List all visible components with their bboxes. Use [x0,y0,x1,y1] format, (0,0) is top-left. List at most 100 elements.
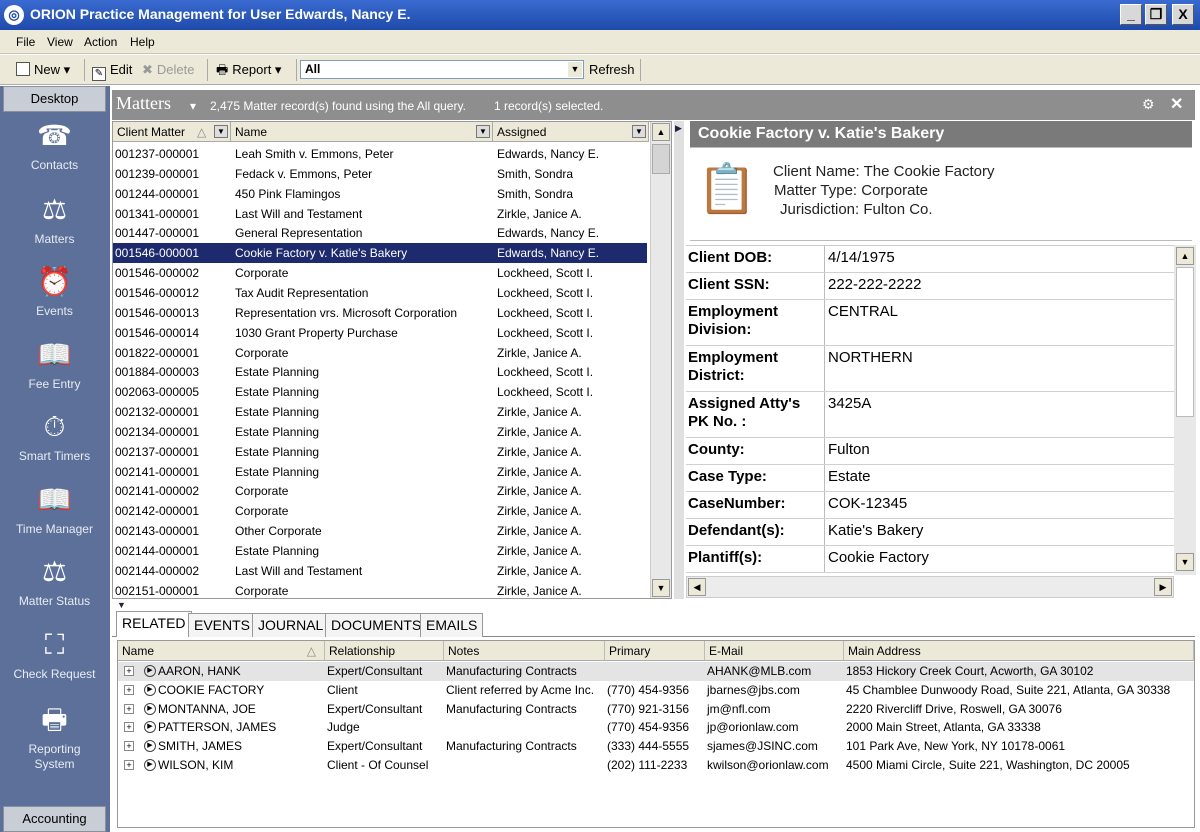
restore-button[interactable]: ❐ [1145,4,1167,25]
splitter[interactable]: ▶ [674,121,684,599]
query-select[interactable]: All ▼ [300,60,584,79]
column-header-email[interactable]: E-Mail [705,641,844,661]
table-row[interactable]: 001244-000001 450 Pink Flamingos Smith, So… [113,184,647,204]
scroll-down-arrow[interactable]: ▼ [1176,553,1194,571]
scroll-up-arrow[interactable]: ▲ [652,123,670,141]
menu-file[interactable]: File [16,35,35,49]
column-header-relationship[interactable]: Relationship [325,641,444,661]
column-header-name[interactable]: Name ▼ [231,122,493,142]
table-row[interactable]: 002143-000001 Other Corporate Zirkle, Jani… [113,521,647,541]
list-item[interactable]: + ▶ MONTANNA, JOE Expert/Consultant Manufact… [118,700,1194,719]
field-value[interactable]: 4/14/1975 [828,249,895,266]
table-row[interactable]: 001546-000014 1030 Grant Property Purchas… [113,323,647,343]
column-header-assigned[interactable]: Assigned ▼ [493,122,649,142]
scroll-right-arrow[interactable]: ▶ [1154,578,1172,596]
field-value[interactable]: Cookie Factory [828,549,929,566]
detail-horizontal-scrollbar[interactable]: ◀ ▶ [686,576,1174,598]
field-value[interactable]: Katie's Bakery [828,522,923,539]
table-row[interactable]: 002141-000001 Estate Planning Zirkle, Jani… [113,462,647,482]
delete-button[interactable]: ✖ Delete [142,60,194,80]
expand-icon[interactable]: + [124,722,134,733]
table-row[interactable]: 001884-000003 Estate Planning Lockheed, Sc… [113,362,647,382]
column-header-client-matter[interactable]: Client Matter △ ▼ [113,122,231,142]
menu-action[interactable]: Action [84,35,117,49]
pin-icon[interactable]: ⚙ [1142,96,1155,113]
matters-scrollbar[interactable]: ▲ ▼ [650,122,671,598]
minimize-button[interactable]: _ [1120,4,1142,25]
chevron-down-icon[interactable]: ▾ [190,99,196,113]
tab-journal[interactable]: JOURNAL [252,613,330,637]
expand-icon[interactable]: + [124,684,134,695]
scroll-up-arrow[interactable]: ▲ [1176,247,1194,265]
report-button[interactable]: 🖶 Report ▾ [216,60,281,80]
table-row[interactable]: 001546-000001 Cookie Factory v. Katie's B… [113,243,647,264]
sidebar-item-matters[interactable]: ⚖ Matters [3,192,106,246]
table-row[interactable]: 001239-000001 Fedack v. Emmons, Peter Smit… [113,164,647,184]
chevron-down-icon[interactable]: ▼ [632,125,646,138]
table-row[interactable]: 001546-000013 Representation vrs. Microso… [113,303,647,323]
chevron-down-icon[interactable]: ▼ [476,125,490,138]
sidebar-item-contacts[interactable]: ☎ Contacts [3,118,106,172]
sidebar-item-reporting-system[interactable]: 🖶 Reporting System [3,702,106,772]
table-row[interactable]: 002141-000002 Corporate Zirkle, Janice A. [113,481,647,501]
list-item[interactable]: + ▶ COOKIE FACTORY Client Client referred by… [118,681,1194,700]
table-row[interactable]: 002137-000001 Estate Planning Zirkle, Jani… [113,442,647,462]
scroll-down-arrow[interactable]: ▼ [652,579,670,597]
expand-arrow-icon[interactable]: ▶ [675,123,682,134]
chevron-down-icon[interactable]: ▼ [214,125,228,138]
scroll-thumb[interactable] [652,144,670,174]
column-header-notes[interactable]: Notes [444,641,605,661]
list-item[interactable]: + ▶ WILSON, KIM Client - Of Counsel (202) 11… [118,756,1194,775]
field-value[interactable]: CENTRAL [828,303,898,320]
detail-scrollbar[interactable]: ▲ ▼ [1174,245,1196,575]
chevron-down-icon[interactable]: ▼ [568,62,582,77]
table-row[interactable]: 002132-000001 Estate Planning Zirkle, Jani… [113,402,647,422]
list-item[interactable]: + ▶ AARON, HANK Expert/Consultant Manufactur… [118,662,1194,681]
tab-events[interactable]: EVENTS [188,613,257,637]
sidebar-item-smart-timers[interactable]: ⏱ Smart Timers [3,409,106,463]
tab-documents[interactable]: DOCUMENTS [325,613,428,637]
scroll-thumb[interactable] [1176,267,1194,417]
field-value[interactable]: Estate [828,468,871,485]
expand-icon[interactable]: + [124,741,134,752]
sidebar-item-events[interactable]: ⏰ Events [3,264,106,318]
column-header-primary[interactable]: Primary [605,641,705,661]
table-row[interactable]: 001546-000002 Corporate Lockheed, Scott I. [113,263,647,283]
table-row[interactable]: 002144-000001 Estate Planning Zirkle, Jani… [113,541,647,561]
table-row[interactable]: 001822-000001 Corporate Zirkle, Janice A. [113,343,647,363]
sidebar-item-fee-entry[interactable]: 📖 Fee Entry [3,337,106,391]
sidebar-item-check-request[interactable]: ⛶ Check Request [3,627,106,681]
new-button[interactable]: New ▾ [16,60,70,80]
table-row[interactable]: 002151-000001 Corporate Zirkle, Janice A. [113,581,647,598]
sidebar-item-matter-status[interactable]: ⚖ Matter Status [3,554,106,608]
table-row[interactable]: 002063-000005 Estate Planning Lockheed, Sc… [113,382,647,402]
column-header-name[interactable]: Name △ [118,641,325,661]
menu-view[interactable]: View [47,35,73,49]
table-row[interactable]: 001237-000001 Leah Smith v. Emmons, Peter… [113,144,647,164]
collapse-arrow-icon[interactable]: ▼ [117,600,126,610]
table-row[interactable]: 002134-000001 Estate Planning Zirkle, Jani… [113,422,647,442]
tab-emails[interactable]: EMAILS [420,613,484,637]
field-value[interactable]: Fulton [828,441,870,458]
list-item[interactable]: + ▶ PATTERSON, JAMES Judge (770) 454-9356 jp@… [118,718,1194,737]
edit-button[interactable]: ✎ Edit [92,60,132,81]
field-value[interactable]: NORTHERN [828,349,913,366]
sidebar-accounting-header[interactable]: Accounting [3,806,106,832]
column-header-main-address[interactable]: Main Address [844,641,1194,661]
field-value[interactable]: 222-222-2222 [828,276,921,293]
close-button[interactable]: X [1172,4,1194,25]
scroll-left-arrow[interactable]: ◀ [688,578,706,596]
refresh-button[interactable]: Refresh [589,60,635,80]
expand-icon[interactable]: + [124,760,134,770]
field-value[interactable]: COK-12345 [828,495,907,512]
expand-icon[interactable]: + [124,666,134,676]
table-row[interactable]: 001341-000001 Last Will and Testament Zirk… [113,204,647,224]
field-value[interactable]: 3425A [828,395,871,412]
list-item[interactable]: + ▶ SMITH, JAMES Expert/Consultant Manufactu… [118,737,1194,756]
expand-icon[interactable]: + [124,703,134,714]
table-row[interactable]: 001447-000001 General Representation Edwar… [113,223,647,243]
table-row[interactable]: 001546-000012 Tax Audit Representation Loc… [113,283,647,303]
table-row[interactable]: 002142-000001 Corporate Zirkle, Janice A. [113,501,647,521]
close-icon[interactable]: ✕ [1170,94,1183,114]
tab-related[interactable]: RELATED [116,611,192,637]
